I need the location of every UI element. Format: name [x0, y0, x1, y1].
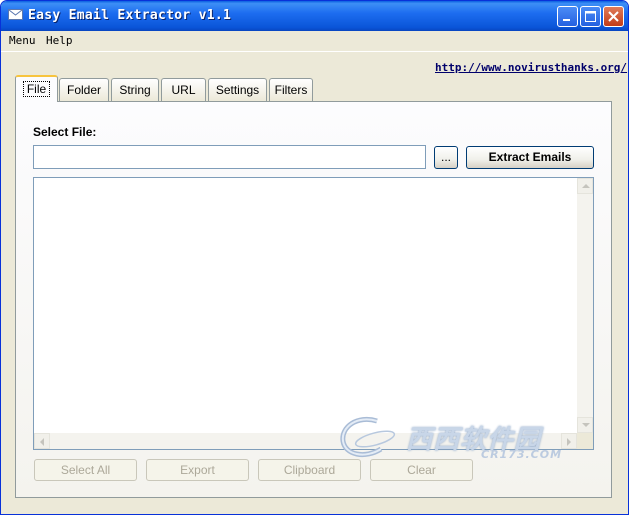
- export-button[interactable]: Export: [146, 459, 249, 481]
- tab-file-label: File: [22, 81, 51, 97]
- menu-item-menu[interactable]: Menu: [9, 34, 36, 47]
- maximize-button[interactable]: [580, 6, 601, 27]
- watermark-subtext: CR173.COM: [481, 448, 563, 461]
- tab-folder[interactable]: Folder: [59, 78, 109, 101]
- tab-filters[interactable]: Filters: [269, 78, 313, 101]
- close-button[interactable]: [603, 6, 624, 27]
- close-icon: [608, 11, 619, 22]
- envelope-icon: [8, 9, 23, 20]
- scroll-down-button[interactable]: [577, 417, 593, 433]
- tab-file[interactable]: File: [15, 75, 58, 102]
- website-link[interactable]: http://www.novirusthanks.org/: [435, 61, 627, 74]
- arrow-up-icon: [582, 184, 590, 188]
- maximize-icon: [585, 11, 596, 22]
- select-file-label: Select File:: [33, 125, 97, 139]
- extract-emails-button[interactable]: Extract Emails: [466, 146, 594, 169]
- tab-settings[interactable]: Settings: [208, 78, 267, 101]
- minimize-icon: [563, 19, 570, 21]
- arrow-right-icon: [567, 438, 571, 446]
- vertical-scrollbar[interactable]: [577, 178, 593, 433]
- menu-bar: Menu Help: [1, 31, 628, 52]
- window-title: Easy Email Extractor v1.1: [28, 8, 232, 23]
- menu-item-help[interactable]: Help: [46, 34, 73, 47]
- scroll-left-button[interactable]: [34, 433, 50, 449]
- results-list[interactable]: [33, 177, 594, 450]
- watermark-logo: [340, 417, 396, 458]
- tab-url[interactable]: URL: [161, 78, 206, 101]
- scroll-up-button[interactable]: [577, 178, 593, 194]
- select-all-button[interactable]: Select All: [34, 459, 137, 481]
- arrow-left-icon: [40, 438, 44, 446]
- minimize-button[interactable]: [557, 6, 578, 27]
- tab-string[interactable]: String: [111, 78, 159, 101]
- app-window: Easy Email Extractor v1.1 Menu Help http…: [0, 0, 629, 515]
- scroll-right-button[interactable]: [561, 433, 577, 449]
- file-path-input[interactable]: [33, 145, 426, 169]
- title-bar[interactable]: Easy Email Extractor v1.1: [1, 1, 628, 31]
- scrollbar-corner: [577, 433, 593, 449]
- arrow-down-icon: [582, 423, 590, 427]
- browse-button[interactable]: ...: [434, 146, 458, 169]
